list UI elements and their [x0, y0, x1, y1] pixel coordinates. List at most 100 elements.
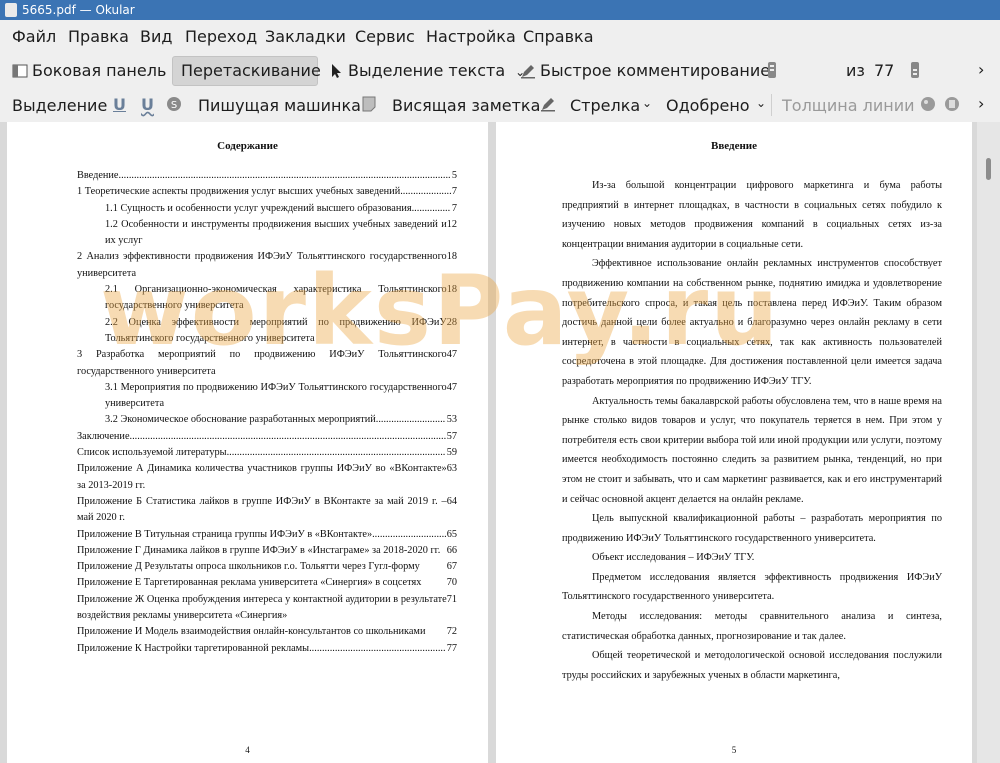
intro-title: Введение	[710, 140, 758, 152]
text-select-label: Выделение текста	[348, 61, 506, 80]
toc-entry-page: 57	[446, 430, 457, 442]
toc-entry[interactable]: 64 Приложение Б Статистика лайков в групп…	[77, 494, 457, 527]
toc-entry-page: 71	[446, 593, 457, 605]
toc-entry[interactable]: Приложение К Настройки таргетированной р…	[77, 641, 457, 657]
toc-entry[interactable]: 72 Приложение И Модель взаимодействия онл…	[77, 624, 457, 640]
toc-leader-dots	[412, 201, 451, 217]
toc-leader-dots	[119, 168, 451, 184]
paragraph: Эффективное использование онлайн рекламн…	[562, 258, 942, 387]
toc-entry-page: 18	[446, 284, 457, 296]
toc-leader-dots	[376, 412, 446, 428]
toc-entry[interactable]: 67 Приложение Д Результаты опроса школьни…	[77, 559, 457, 575]
text-select-button[interactable]: Выделение текста ⌄	[328, 61, 525, 80]
paragraph: Объект исследования – ИФЭиУ ТГУ.	[592, 552, 755, 564]
toc-entry-title: Список используемой литературы	[77, 447, 227, 459]
menu-help[interactable]: Справка	[523, 27, 594, 46]
main-toolbar: Боковая панель Перетаскивание Выделение …	[0, 52, 1000, 138]
toolbar-overflow-chevron-icon[interactable]: ›	[978, 60, 984, 79]
toc-entry[interactable]: 1 Теоретические аспекты продвижения услу…	[77, 184, 457, 200]
toc-entry[interactable]: Заключение 57	[77, 429, 457, 445]
toc-entry-title: 1.1 Сущность и особенности услуг учрежде…	[105, 202, 412, 214]
paragraph: Общей теоретической и методологической о…	[562, 650, 942, 681]
squiggle-icon[interactable]: U	[141, 95, 154, 114]
sidebar-label: Боковая панель	[32, 61, 167, 80]
sidebar-icon	[12, 63, 28, 79]
toc-entry-page: 64	[446, 495, 457, 507]
toc-entry-title: 3.1 Мероприятия по продвижению ИФЭиУ Тол…	[105, 381, 447, 410]
toc-entry[interactable]: 18 2.1 Организационно-экономическая харак…	[77, 282, 457, 315]
toolbar2-overflow-chevron-icon[interactable]: ›	[978, 94, 984, 113]
toc-entry-title: Приложение А Динамика количества участни…	[77, 463, 447, 491]
stamp-approved-button[interactable]: Одобрено	[666, 96, 750, 115]
menu-tools[interactable]: Сервис	[355, 27, 415, 46]
page-down-icon[interactable]	[911, 62, 919, 82]
toc-entry[interactable]: Список используемой литературы 59	[77, 445, 457, 461]
toc-leader-dots	[309, 641, 446, 657]
stamp-chevron-down-icon[interactable]: ⌄	[756, 96, 766, 110]
document-viewport[interactable]: Содержание Введение 5 1 Теоретические аспе…	[0, 122, 1000, 763]
toc-entry-title: 2.2 Оценка эффективности мероприятий по …	[105, 316, 447, 344]
toc-entry[interactable]: 71 Приложение Ж Оценка пробуждения интере…	[77, 592, 457, 625]
menu-bar: Файл Правка Вид Переход Закладки Сервис …	[0, 20, 1000, 52]
toc-entry[interactable]: 63 Приложение А Динамика количества участ…	[77, 461, 457, 494]
fill-icon[interactable]	[944, 96, 960, 116]
toc-entry-title: Приложение В Титульная страница группы И…	[77, 528, 373, 540]
menu-bookmarks[interactable]: Закладки	[265, 27, 346, 46]
toc-entry[interactable]: 3.2 Экономическое обоснование разработан…	[77, 412, 457, 428]
underline-icon[interactable]: U	[113, 95, 126, 114]
page-number: 4	[245, 745, 250, 755]
window-titlebar[interactable]: 5665.pdf — Okular	[0, 0, 1000, 20]
toc-entry[interactable]: 70 Приложение Е Таргетированная реклама у…	[77, 575, 457, 591]
toc-entry[interactable]: 47 3.1 Мероприятия по продвижению ИФЭиУ Т…	[77, 380, 457, 413]
menu-view[interactable]: Вид	[140, 27, 172, 46]
toc-entry-page: 77	[446, 642, 457, 654]
sidebar-button[interactable]: Боковая панель	[12, 61, 166, 80]
toc-entry-title: 1.2 Особенности и инструменты продвижени…	[105, 218, 447, 247]
toc-entry[interactable]: 28 2.2 Оценка эффективности мероприятий п…	[77, 315, 457, 348]
drag-label: Перетаскивание	[181, 61, 321, 80]
page-up-icon[interactable]	[768, 62, 776, 82]
paragraph: Цель выпускной квалификационной работы –…	[562, 513, 942, 544]
arrow-button[interactable]: Стрелка	[570, 96, 640, 115]
cursor-icon	[328, 63, 344, 79]
toc-entry[interactable]: 66 Приложение Г Динамика лайков в группе …	[77, 543, 457, 559]
menu-file[interactable]: Файл	[12, 27, 56, 46]
menu-settings[interactable]: Настройка	[426, 27, 516, 46]
toc-entry[interactable]: 18 2 Анализ эффективности продвижения ИФЭ…	[77, 249, 457, 282]
annotation-toolbar: Выделение U U S Пишущая машинка Висящая …	[0, 88, 1000, 123]
highlight-button[interactable]: Выделение	[12, 96, 107, 115]
typewriter-button[interactable]: Пишущая машинка	[198, 96, 361, 115]
toc-leader-dots	[227, 445, 446, 461]
line-width-button[interactable]: Толщина линии	[782, 96, 915, 115]
toc-entry-page: 65	[446, 528, 457, 540]
intro-text: Из-за большой концентрации цифрового мар…	[562, 176, 942, 685]
toc-leader-dots	[400, 184, 451, 200]
arrow-chevron-down-icon[interactable]: ⌄	[642, 96, 652, 110]
toc-entry[interactable]: 1.1 Сущность и особенности услуг учрежде…	[77, 201, 457, 217]
pen-icon	[520, 63, 536, 79]
toc-leader-dots	[372, 527, 446, 543]
toc-entry[interactable]: 12 1.2 Особенности и инструменты продвиже…	[77, 217, 457, 250]
toc-entry-title: 3.2 Экономическое обоснование разработан…	[105, 414, 376, 426]
sticky-note-icon[interactable]	[362, 96, 376, 116]
toc-entry[interactable]: Введение 5	[77, 168, 457, 184]
toc-entry-title: 1 Теоретические аспекты продвижения услу…	[77, 186, 401, 198]
scrollbar-thumb[interactable]	[986, 158, 991, 180]
toc-entry[interactable]: 47 3 Разработка мероприятий по продвижени…	[77, 347, 457, 380]
sticky-note-button[interactable]: Висящая заметка	[392, 96, 540, 115]
color-icon[interactable]	[920, 96, 936, 116]
menu-go[interactable]: Переход	[185, 27, 257, 46]
drag-button[interactable]: Перетаскивание	[181, 61, 321, 80]
toc-entry[interactable]: Приложение В Титульная страница группы И…	[77, 527, 457, 543]
quick-comment-button[interactable]: Быстрое комментирование	[520, 61, 770, 80]
menu-edit[interactable]: Правка	[68, 27, 129, 46]
toc-entry-page: 67	[446, 561, 457, 573]
toc-entry-title: Приложение Ж Оценка пробуждения интереса…	[77, 593, 447, 622]
toc-entry-page: 18	[446, 251, 457, 263]
toc-entry-title: Введение	[77, 170, 119, 181]
toc-entry-title: Приложение Г Динамика лайков в группе ИФ…	[77, 544, 441, 556]
arrow-tool-icon[interactable]	[540, 96, 556, 116]
strikeout-icon[interactable]: S	[166, 96, 182, 116]
vertical-scrollbar[interactable]	[977, 122, 1000, 763]
toc-entry-page: 47	[446, 381, 457, 393]
